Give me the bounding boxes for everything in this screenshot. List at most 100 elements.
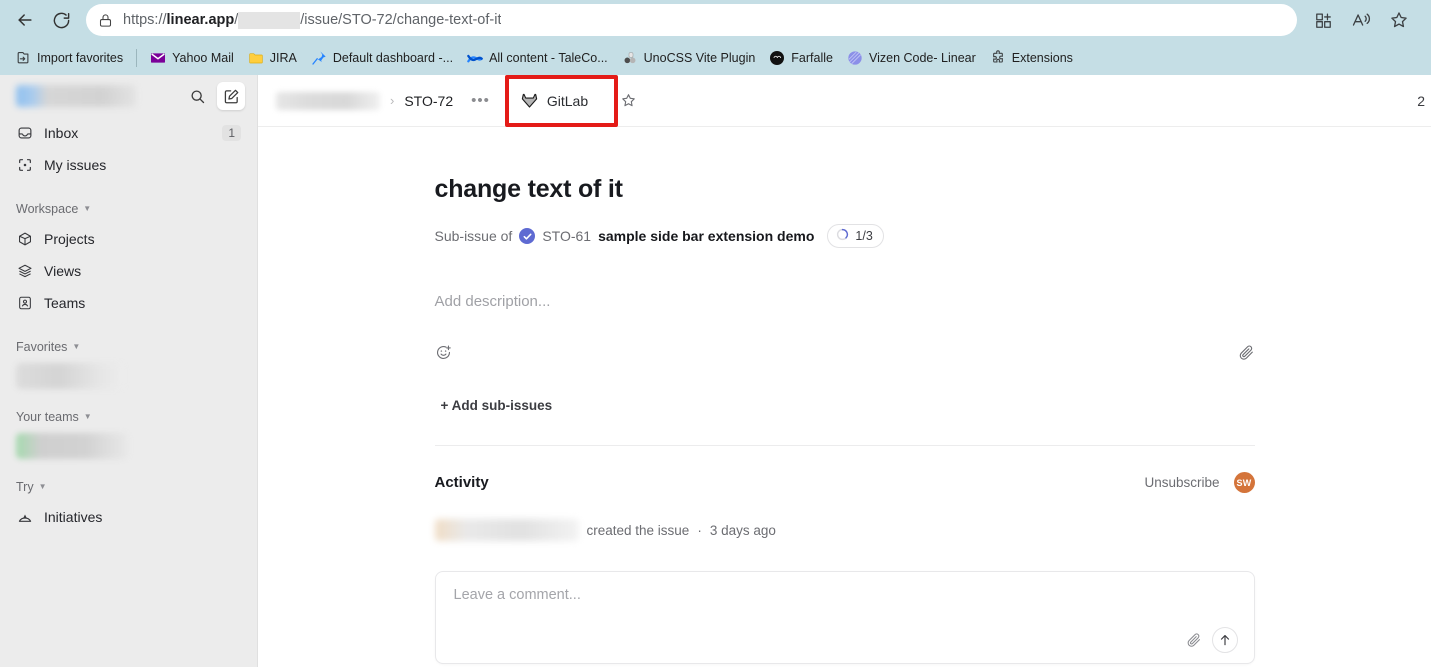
- comment-box[interactable]: Leave a comment...: [434, 571, 1255, 664]
- bookmark-import-favorites[interactable]: Import favorites: [8, 46, 130, 70]
- bookmark-label: Yahoo Mail: [172, 50, 234, 65]
- sidebar-item-label: My issues: [44, 157, 107, 173]
- star-outline-icon[interactable]: [614, 87, 642, 115]
- inbox-badge: 1: [222, 125, 241, 141]
- activity-header-actions: Unsubscribe SW: [1144, 472, 1255, 493]
- yahoo-mail-icon: [150, 50, 166, 66]
- comment-attach-icon[interactable]: [1186, 632, 1202, 648]
- gitlab-tab-label: GitLab: [546, 92, 589, 109]
- parent-issue-id[interactable]: STO-61: [542, 228, 591, 244]
- activity-header: Activity Unsubscribe SW: [435, 472, 1255, 493]
- team-item-redacted[interactable]: [16, 433, 128, 459]
- sidebar-item-initiatives[interactable]: Initiatives: [8, 501, 249, 533]
- activity-actor-redacted: [434, 519, 579, 541]
- favorite-item-redacted[interactable]: [16, 363, 124, 389]
- breadcrumb-separator: ›: [390, 93, 395, 108]
- favorites-star-icon[interactable]: [1385, 6, 1413, 34]
- comment-input[interactable]: Leave a comment...: [454, 587, 1238, 603]
- app-container: Inbox 1 My issues Workspace ▼ Projects V…: [0, 75, 1431, 667]
- activity-entry: created the issue · 3 days ago: [434, 519, 1255, 541]
- comment-send-button[interactable]: [1211, 627, 1238, 653]
- bookmark-unocss[interactable]: UnoCSS Vite Plugin: [615, 46, 763, 70]
- sidebar-section-try[interactable]: Try ▼: [8, 473, 249, 501]
- bookmark-label: Import favorites: [37, 50, 124, 65]
- content-scroll-area[interactable]: change text of it Sub-issue of STO-61 sa…: [258, 127, 1431, 667]
- page-title: change text of it: [434, 175, 623, 203]
- bookmark-extensions[interactable]: Extensions: [983, 46, 1080, 70]
- topbar: › STO-72 ••• GitLab 2: [258, 75, 1431, 127]
- progress-circle-icon: [836, 228, 849, 244]
- sidebar-section-your-teams[interactable]: Your teams ▼: [8, 403, 249, 431]
- description-toolbar: [435, 344, 1255, 366]
- activity-entry-separator: ·: [697, 522, 702, 538]
- sidebar-item-teams[interactable]: Teams: [8, 287, 249, 319]
- comment-actions: [454, 627, 1238, 653]
- bookmark-label: Extensions: [1011, 50, 1073, 65]
- sidebar-item-inbox[interactable]: Inbox 1: [8, 117, 249, 149]
- activity-entry-time: 3 days ago: [709, 522, 776, 538]
- sidebar: Inbox 1 My issues Workspace ▼ Projects V…: [0, 75, 258, 667]
- breadcrumb-issue-id[interactable]: STO-72: [404, 93, 453, 109]
- bookmark-jira[interactable]: JIRA: [241, 46, 304, 70]
- sidebar-item-label: Initiatives: [44, 509, 103, 525]
- import-favorites-icon: [15, 50, 31, 66]
- sidebar-section-label: Try: [16, 480, 34, 494]
- sidebar-item-label: Inbox: [44, 125, 79, 141]
- confluence-icon: [467, 50, 483, 66]
- my-issues-icon: [16, 157, 33, 174]
- sidebar-section-workspace[interactable]: Workspace ▼: [8, 195, 249, 223]
- sidebar-section-label: Your teams: [16, 410, 79, 424]
- address-bar[interactable]: https://linear.app //issue/STO-72/change-…: [86, 4, 1297, 36]
- sidebar-item-projects[interactable]: Projects: [8, 223, 249, 255]
- jira-pin-icon: [311, 50, 327, 66]
- url-text: https://linear.app //issue/STO-72/change-…: [123, 11, 502, 29]
- add-reaction-icon[interactable]: [435, 344, 452, 366]
- projects-cube-icon: [16, 231, 33, 248]
- reload-button[interactable]: [44, 3, 78, 37]
- add-sub-issues-button[interactable]: + Add sub-issues: [435, 394, 559, 417]
- compose-icon[interactable]: [217, 82, 245, 110]
- bookmarks-divider: [136, 48, 138, 67]
- folder-icon: [248, 50, 264, 66]
- views-layers-icon: [16, 263, 33, 280]
- gitlab-tab[interactable]: GitLab: [510, 85, 598, 117]
- breadcrumb-more-button[interactable]: •••: [465, 90, 496, 111]
- activity-title: Activity: [434, 474, 489, 491]
- back-button[interactable]: [8, 3, 42, 37]
- bookmark-farfalle[interactable]: Farfalle: [762, 46, 840, 70]
- parent-issue-name[interactable]: sample side bar extension demo: [598, 228, 814, 244]
- search-icon[interactable]: [183, 82, 211, 110]
- sub-issue-label: Sub-issue of: [434, 228, 513, 244]
- breadcrumb-team-redacted[interactable]: [276, 91, 380, 110]
- read-aloud-icon[interactable]: [1347, 6, 1375, 34]
- content-divider: [434, 445, 1255, 446]
- bookmark-vizen-code-linear[interactable]: Vizen Code- Linear: [840, 46, 983, 70]
- sidebar-section-favorites[interactable]: Favorites ▼: [8, 333, 249, 361]
- sub-issue-progress-badge[interactable]: 1/3: [827, 224, 884, 248]
- split-screen-icon[interactable]: [1309, 6, 1337, 34]
- sidebar-item-my-issues[interactable]: My issues: [8, 149, 249, 181]
- unsubscribe-button[interactable]: Unsubscribe: [1144, 475, 1219, 490]
- activity-entry-text: created the issue: [586, 522, 690, 538]
- main-panel: › STO-72 ••• GitLab 2 change text of it …: [258, 75, 1431, 667]
- sidebar-section-label: Favorites: [16, 340, 68, 354]
- bookmark-label: Default dashboard -...: [332, 50, 454, 65]
- sidebar-item-views[interactable]: Views: [8, 255, 249, 287]
- issue-content: change text of it Sub-issue of STO-61 sa…: [427, 127, 1263, 664]
- sub-issue-row: Sub-issue of STO-61 sample side bar exte…: [435, 224, 1255, 248]
- done-check-icon: [519, 228, 536, 244]
- chevron-down-icon: ▼: [72, 342, 81, 351]
- sidebar-header-actions: [183, 82, 245, 110]
- farfalle-icon: [769, 50, 785, 66]
- workspace-name-redacted[interactable]: [16, 85, 136, 107]
- description-attach-icon[interactable]: [1238, 344, 1255, 366]
- browser-toolbar-icons: [1305, 6, 1423, 34]
- teams-icon: [16, 295, 33, 312]
- avatar[interactable]: SW: [1233, 472, 1255, 493]
- bookmark-all-content[interactable]: All content - TaleCo...: [460, 46, 615, 70]
- bookmark-default-dashboard[interactable]: Default dashboard -...: [304, 46, 460, 70]
- sidebar-header[interactable]: [8, 75, 249, 117]
- description-placeholder[interactable]: Add description...: [435, 293, 1255, 310]
- bookmark-yahoo-mail[interactable]: Yahoo Mail: [143, 46, 241, 70]
- topbar-counter[interactable]: 2: [1417, 93, 1425, 109]
